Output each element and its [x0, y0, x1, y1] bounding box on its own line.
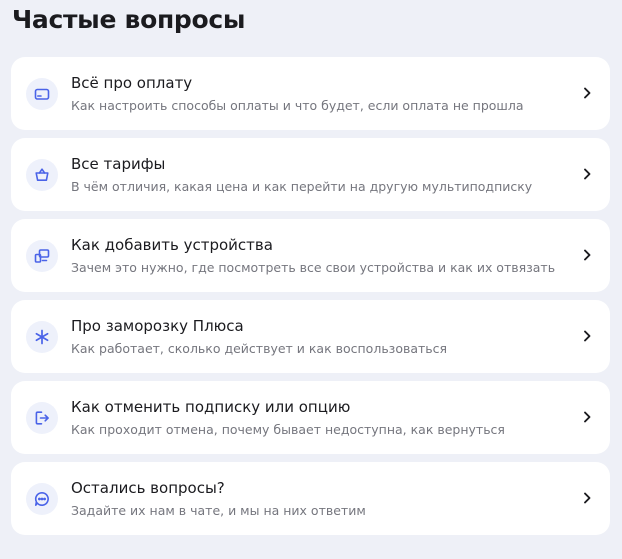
- faq-item-subtitle: Как проходит отмена, почему бывает недос…: [71, 422, 505, 437]
- faq-item-subtitle: В чём отличия, какая цена и как перейти …: [71, 179, 533, 194]
- exit-icon: [26, 402, 58, 434]
- faq-item-title: Как добавить устройства: [71, 236, 273, 254]
- chevron-right-icon: [581, 248, 593, 262]
- shopping-bag-icon: [26, 159, 58, 191]
- faq-item-title: Остались вопросы?: [71, 479, 225, 497]
- faq-item-payment[interactable]: Всё про оплату Как настроить способы опл…: [11, 57, 610, 130]
- chevron-right-icon: [581, 410, 593, 424]
- faq-item-subtitle: Задайте их нам в чате, и мы на них ответ…: [71, 503, 366, 518]
- faq-item-questions[interactable]: Остались вопросы? Задайте их нам в чате,…: [11, 462, 610, 535]
- faq-item-cancel[interactable]: Как отменить подписку или опцию Как прох…: [11, 381, 610, 454]
- faq-item-tariffs[interactable]: Все тарифы В чём отличия, какая цена и к…: [11, 138, 610, 211]
- chevron-right-icon: [581, 329, 593, 343]
- faq-item-subtitle: Зачем это нужно, где посмотреть все свои…: [71, 260, 556, 275]
- faq-item-title: Все тарифы: [71, 155, 166, 173]
- chevron-right-icon: [581, 167, 593, 181]
- faq-item-subtitle: Как работает, сколько действует и как во…: [71, 341, 448, 356]
- snowflake-icon: [26, 321, 58, 353]
- faq-item-devices[interactable]: Как добавить устройства Зачем это нужно,…: [11, 219, 610, 292]
- chevron-right-icon: [581, 491, 593, 505]
- credit-card-icon: [26, 78, 58, 110]
- faq-item-title: Всё про оплату: [71, 74, 193, 92]
- faq-item-subtitle: Как настроить способы оплаты и что будет…: [71, 98, 524, 113]
- faq-item-title: Как отменить подписку или опцию: [71, 398, 351, 416]
- faq-item-title: Про заморозку Плюса: [71, 317, 244, 335]
- faq-list: Всё про оплату Как настроить способы опл…: [11, 57, 610, 543]
- chat-icon: [26, 483, 58, 515]
- page-title: Частые вопросы: [12, 5, 246, 34]
- devices-icon: [26, 240, 58, 272]
- chevron-right-icon: [581, 86, 593, 100]
- faq-item-freeze[interactable]: Про заморозку Плюса Как работает, скольк…: [11, 300, 610, 373]
